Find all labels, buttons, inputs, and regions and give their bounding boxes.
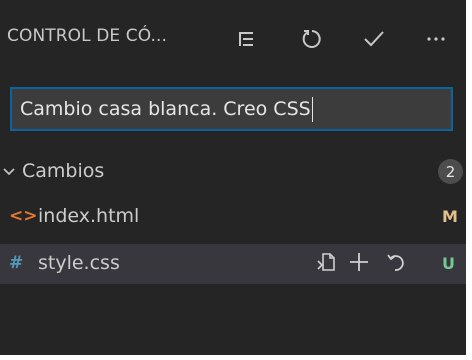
file-name: index.html bbox=[38, 205, 140, 227]
changes-count-badge: 2 bbox=[438, 159, 463, 184]
stage-changes-button[interactable] bbox=[346, 251, 372, 277]
text-caret bbox=[311, 96, 313, 122]
panel-title: CONTROL DE CÓ... bbox=[7, 26, 168, 46]
open-file-button[interactable] bbox=[314, 251, 340, 277]
view-as-tree-button[interactable] bbox=[226, 18, 266, 60]
changes-group-header[interactable]: Cambios 2 bbox=[0, 151, 466, 191]
discard-changes-button[interactable] bbox=[384, 251, 410, 277]
file-row-style-css[interactable]: # style.css U bbox=[0, 244, 466, 284]
changes-group-label: Cambios bbox=[22, 160, 105, 182]
html-file-icon: <> bbox=[9, 206, 38, 226]
discard-changes-icon bbox=[386, 251, 408, 277]
list-tree-icon bbox=[237, 30, 255, 48]
commit-message-input[interactable]: Cambio casa blanca. Creo CSS bbox=[10, 87, 453, 131]
stage-changes-icon bbox=[348, 251, 370, 277]
check-icon bbox=[363, 29, 385, 49]
more-actions-button[interactable] bbox=[416, 18, 456, 60]
file-row-index-html[interactable]: <> index.html M bbox=[0, 197, 466, 237]
commit-message-text: Cambio casa blanca. Creo CSS bbox=[20, 98, 311, 120]
file-name: style.css bbox=[38, 252, 120, 274]
status-badge: M bbox=[442, 207, 458, 226]
status-badge: U bbox=[442, 254, 455, 273]
panel-header: CONTROL DE CÓ... bbox=[0, 0, 466, 80]
source-control-panel: CONTROL DE CÓ... Cambio casa blanca. Cre… bbox=[0, 0, 466, 355]
open-file-icon bbox=[316, 251, 338, 277]
commit-button[interactable] bbox=[354, 18, 394, 60]
refresh-button[interactable] bbox=[292, 18, 332, 60]
ellipsis-icon bbox=[426, 36, 446, 42]
refresh-icon bbox=[301, 28, 323, 50]
chevron-down-icon[interactable] bbox=[2, 164, 16, 183]
css-file-icon: # bbox=[9, 253, 24, 273]
